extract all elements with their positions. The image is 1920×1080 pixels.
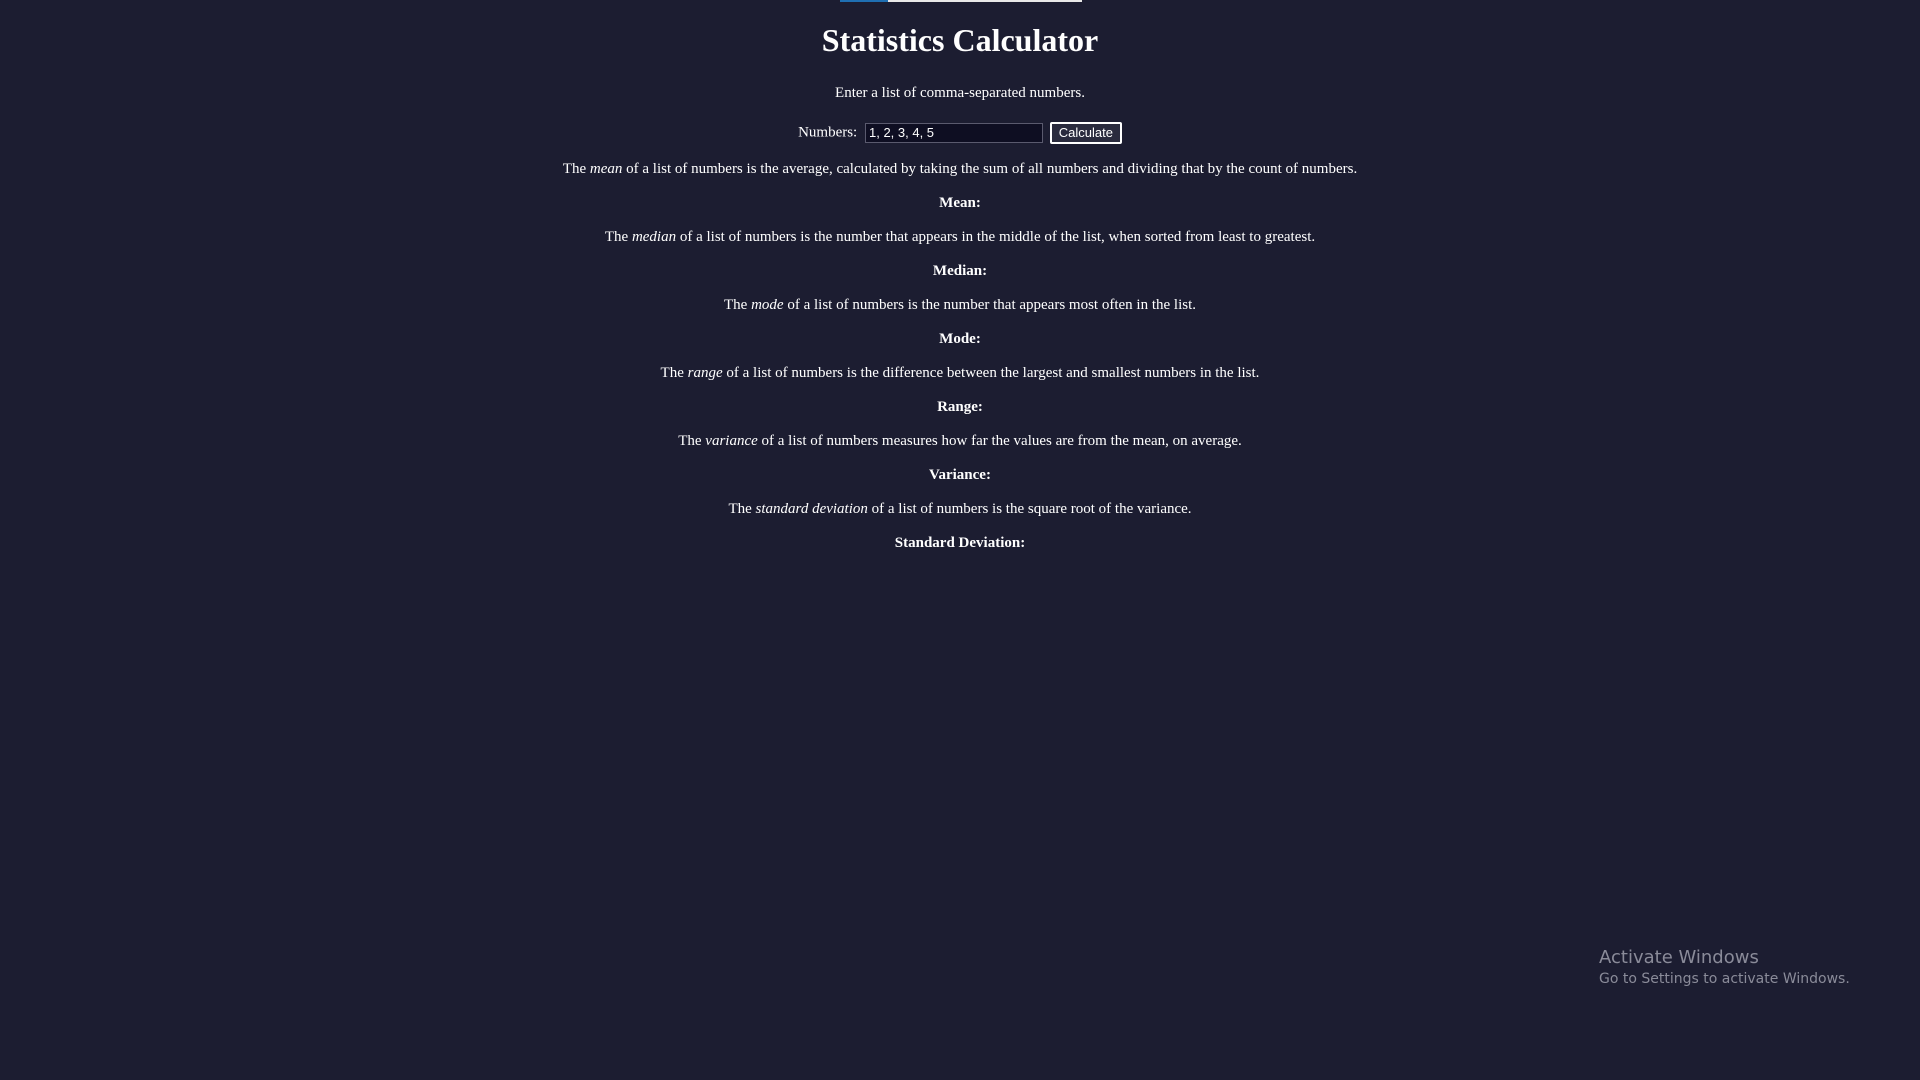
median-term: median	[631, 229, 677, 245]
calculate-button[interactable]: Calculate	[1049, 121, 1122, 144]
main-content: Statistics Calculator Enter a list of co…	[0, 0, 1920, 552]
stddev-description: The standard deviation of a list of numb…	[0, 500, 1920, 518]
stddev-result: Standard Deviation:	[894, 535, 1026, 551]
mode-term: mode	[751, 297, 784, 313]
mode-description: The mode of a list of numbers is the num…	[0, 296, 1920, 314]
range-desc-post: of a list of numbers is the difference b…	[722, 365, 1260, 381]
top-strip-accent	[840, 0, 888, 2]
variance-term: variance	[705, 433, 758, 449]
mode-desc-post: of a list of numbers is the number that …	[783, 297, 1196, 313]
page-title: Statistics Calculator	[821, 22, 1099, 58]
watermark-title: Activate Windows	[1599, 947, 1759, 968]
range-term: range	[687, 365, 723, 381]
mode-result: Mode:	[939, 331, 981, 347]
activate-windows-watermark: Activate Windows Go to Settings to activ…	[1599, 946, 1850, 988]
stddev-term: standard deviation	[755, 501, 868, 517]
mean-result: Mean:	[939, 195, 981, 211]
median-desc-post: of a list of numbers is the number that …	[676, 229, 1316, 245]
variance-desc-pre: The	[678, 433, 706, 449]
page: Statistics Calculator Enter a list of co…	[0, 0, 1920, 1080]
numbers-input[interactable]	[864, 122, 1043, 143]
mode-desc-pre: The	[724, 297, 752, 313]
range-description: The range of a list of numbers is the di…	[0, 364, 1920, 382]
mean-description: The mean of a list of numbers is the ave…	[0, 160, 1920, 178]
mean-desc-pre: The	[562, 161, 590, 177]
mean-desc-post: of a list of numbers is the average, cal…	[622, 161, 1358, 177]
intro-text: Enter a list of comma-separated numbers.	[835, 85, 1085, 101]
numbers-label: Numbers:	[798, 124, 858, 141]
top-scroll-strip	[840, 0, 1082, 2]
median-result: Median:	[932, 263, 988, 279]
variance-desc-post: of a list of numbers measures how far th…	[757, 433, 1242, 449]
range-result: Range:	[937, 399, 983, 415]
variance-description: The variance of a list of numbers measur…	[0, 432, 1920, 450]
median-description: The median of a list of numbers is the n…	[0, 228, 1920, 246]
stddev-desc-pre: The	[728, 501, 756, 517]
numbers-form: Numbers: Calculate	[0, 120, 1920, 144]
median-desc-pre: The	[604, 229, 632, 245]
stddev-desc-post: of a list of numbers is the square root …	[867, 501, 1192, 517]
variance-result: Variance:	[929, 467, 991, 483]
mean-term: mean	[589, 161, 623, 177]
range-desc-pre: The	[660, 365, 688, 381]
watermark-subtitle: Go to Settings to activate Windows.	[1599, 971, 1850, 987]
